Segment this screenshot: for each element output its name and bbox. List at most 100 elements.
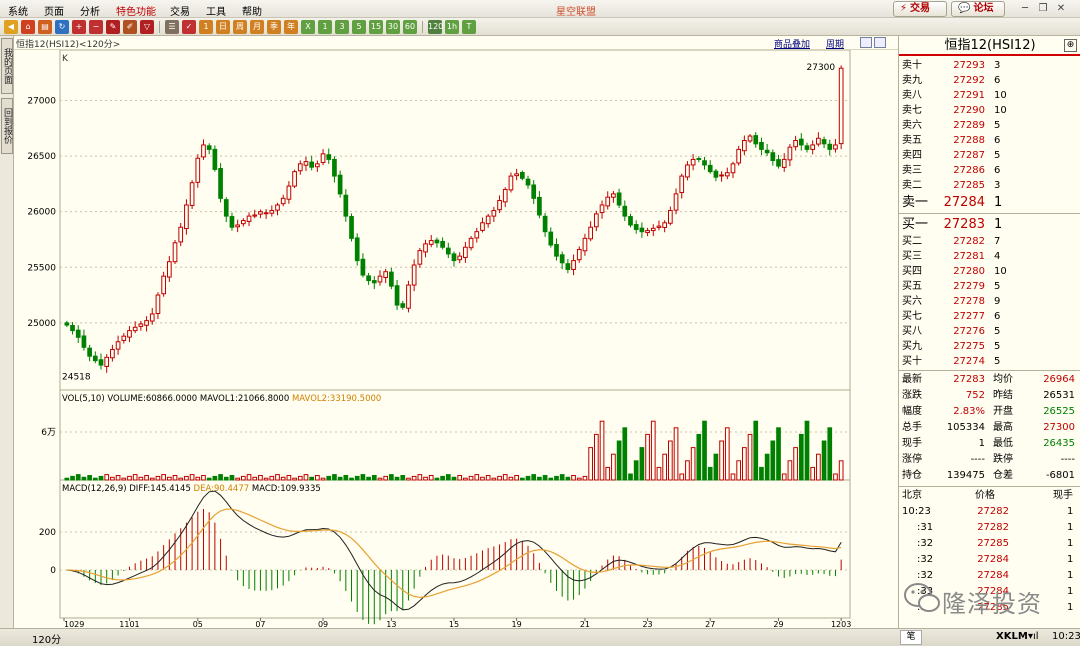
kline-icon[interactable]: ✓ [182, 20, 196, 34]
zoom-out-icon[interactable]: − [89, 20, 103, 34]
menu-trade[interactable]: 交易 [170, 3, 190, 18]
sidebar-tab-back-to-quote[interactable]: 回到报价 [1, 98, 13, 154]
period-season-icon[interactable]: 季 [267, 20, 281, 34]
menu-features[interactable]: 特色功能 [116, 3, 156, 18]
page-icon[interactable]: ▤ [38, 20, 52, 34]
volume-bar [576, 477, 582, 481]
list-icon[interactable]: ☰ [165, 20, 179, 34]
kline-panel-label: K [62, 54, 69, 64]
volume-bar [178, 477, 184, 481]
tick-row: :32 27285 1 [899, 536, 1080, 552]
tick-tab[interactable]: 笔 [900, 630, 922, 645]
bid-row[interactable]: 买十 27274 5 [899, 354, 1080, 369]
volume-bar [690, 447, 696, 481]
minimize-icon[interactable]: ─ [1018, 2, 1032, 15]
period-day-icon[interactable]: 日 [216, 20, 230, 34]
period-3-icon[interactable]: 3 [335, 20, 349, 34]
trade-button[interactable]: ⚡ 交易 [893, 1, 947, 17]
layout-icon[interactable] [860, 37, 872, 48]
quote-panel: 恒指12(HSI12) ⊕ 卖十 27293 3 卖九 27292 6 卖八 27291 10 卖… [898, 36, 1080, 628]
chart-area[interactable]: K 25000 25500 26000 26500 27000 27300 24518 VOL(… [14, 50, 898, 628]
period-60-icon[interactable]: 60 [403, 20, 417, 34]
menu-page[interactable]: 页面 [44, 3, 64, 18]
period-5-icon[interactable]: 5 [352, 20, 366, 34]
close-icon[interactable]: ✕ [1054, 2, 1068, 15]
period-1m-icon[interactable]: 1 [199, 20, 213, 34]
home-icon[interactable]: ⌂ [21, 20, 35, 34]
tick-qty: 1 [1067, 538, 1074, 549]
ask-row[interactable]: 卖十 27293 3 [899, 58, 1080, 73]
candle-body-down [218, 168, 223, 199]
period-year-icon[interactable]: 年 [284, 20, 298, 34]
candle-body-up [166, 261, 172, 278]
overlay-link[interactable]: 商品叠加 [774, 37, 810, 50]
period-month-icon[interactable]: 月 [250, 20, 264, 34]
menu-help[interactable]: 帮助 [242, 3, 262, 18]
volume-bar [184, 475, 189, 481]
ask-row[interactable]: 卖六 27289 5 [899, 118, 1080, 133]
ask-row[interactable]: 卖二 27285 3 [899, 178, 1080, 193]
candle-body-up [457, 255, 463, 261]
volume-bar [559, 474, 565, 481]
candle-body-down [349, 216, 354, 239]
sidebar-tab-my-page[interactable]: 我的页面 [1, 38, 13, 94]
filter-icon[interactable]: ▽ [140, 20, 154, 34]
period-1-icon[interactable]: 1 [318, 20, 332, 34]
restore-icon[interactable]: ❐ [1036, 2, 1050, 15]
ask-row[interactable]: 卖八 27291 10 [899, 88, 1080, 103]
candle-body-down [519, 172, 525, 179]
brush-icon[interactable]: ✐ [123, 20, 137, 34]
period-link[interactable]: 周期 [826, 37, 844, 50]
candle-body-up [656, 225, 662, 228]
bid-row[interactable]: 买八 27276 5 [899, 324, 1080, 339]
bid-qty: 9 [994, 296, 1001, 307]
menu-system[interactable]: 系统 [8, 3, 28, 18]
volume-bar [343, 475, 349, 481]
period-15-icon[interactable]: 15 [369, 20, 383, 34]
volume-bar [730, 473, 736, 481]
candle-body-up [240, 220, 246, 225]
bid-row[interactable]: 买六 27278 9 [899, 294, 1080, 309]
candle-body-down [389, 271, 394, 287]
bid-row[interactable]: 买二 27282 7 [899, 234, 1080, 249]
period-120-icon[interactable]: 120 [428, 20, 443, 34]
ask-qty: 6 [994, 75, 1001, 86]
candle-body-up [138, 323, 144, 327]
back-icon[interactable]: ◀ [4, 20, 18, 34]
tick-header: 北京 价格 现手 [899, 488, 1080, 504]
ask-row[interactable]: 卖一 27284 1 [899, 193, 1080, 212]
stat-value: 26435 [1043, 438, 1075, 449]
ask-row[interactable]: 卖四 27287 5 [899, 148, 1080, 163]
candle-body-up [104, 356, 110, 367]
refresh-icon[interactable]: ↻ [55, 20, 69, 34]
ask-row[interactable]: 卖五 27288 6 [899, 133, 1080, 148]
bid-row[interactable]: 买七 27277 6 [899, 309, 1080, 324]
menu-tools[interactable]: 工具 [206, 3, 226, 18]
menu-analysis[interactable]: 分析 [80, 3, 100, 18]
volume-bar [514, 475, 519, 481]
macd-dif-line [66, 490, 842, 611]
volume-bar [554, 475, 559, 481]
volume-bar [776, 427, 781, 481]
candle-body-up [292, 171, 297, 187]
period-t-icon[interactable]: T [462, 20, 476, 34]
ask-row[interactable]: 卖九 27292 6 [899, 73, 1080, 88]
period-1h-icon[interactable]: 1h [445, 20, 459, 34]
draw-icon[interactable]: ✎ [106, 20, 120, 34]
quote-menu-icon[interactable]: ⊕ [1064, 39, 1077, 52]
tick-time: :32 [917, 538, 934, 549]
period-x-icon[interactable]: X [301, 20, 315, 34]
bid-row[interactable]: 买四 27280 10 [899, 264, 1080, 279]
layout-split-icon[interactable] [874, 37, 886, 48]
forum-button[interactable]: 💬 论坛 [951, 1, 1005, 17]
volume-bar [764, 453, 770, 481]
ask-row[interactable]: 卖七 27290 10 [899, 103, 1080, 118]
period-week-icon[interactable]: 周 [233, 20, 247, 34]
bid-row[interactable]: 买一 27283 1 [899, 215, 1080, 234]
bid-row[interactable]: 买三 27281 4 [899, 249, 1080, 264]
ask-row[interactable]: 卖三 27286 6 [899, 163, 1080, 178]
bid-row[interactable]: 买九 27275 5 [899, 339, 1080, 354]
zoom-in-icon[interactable]: + [72, 20, 86, 34]
bid-row[interactable]: 买五 27279 5 [899, 279, 1080, 294]
period-30-icon[interactable]: 30 [386, 20, 400, 34]
